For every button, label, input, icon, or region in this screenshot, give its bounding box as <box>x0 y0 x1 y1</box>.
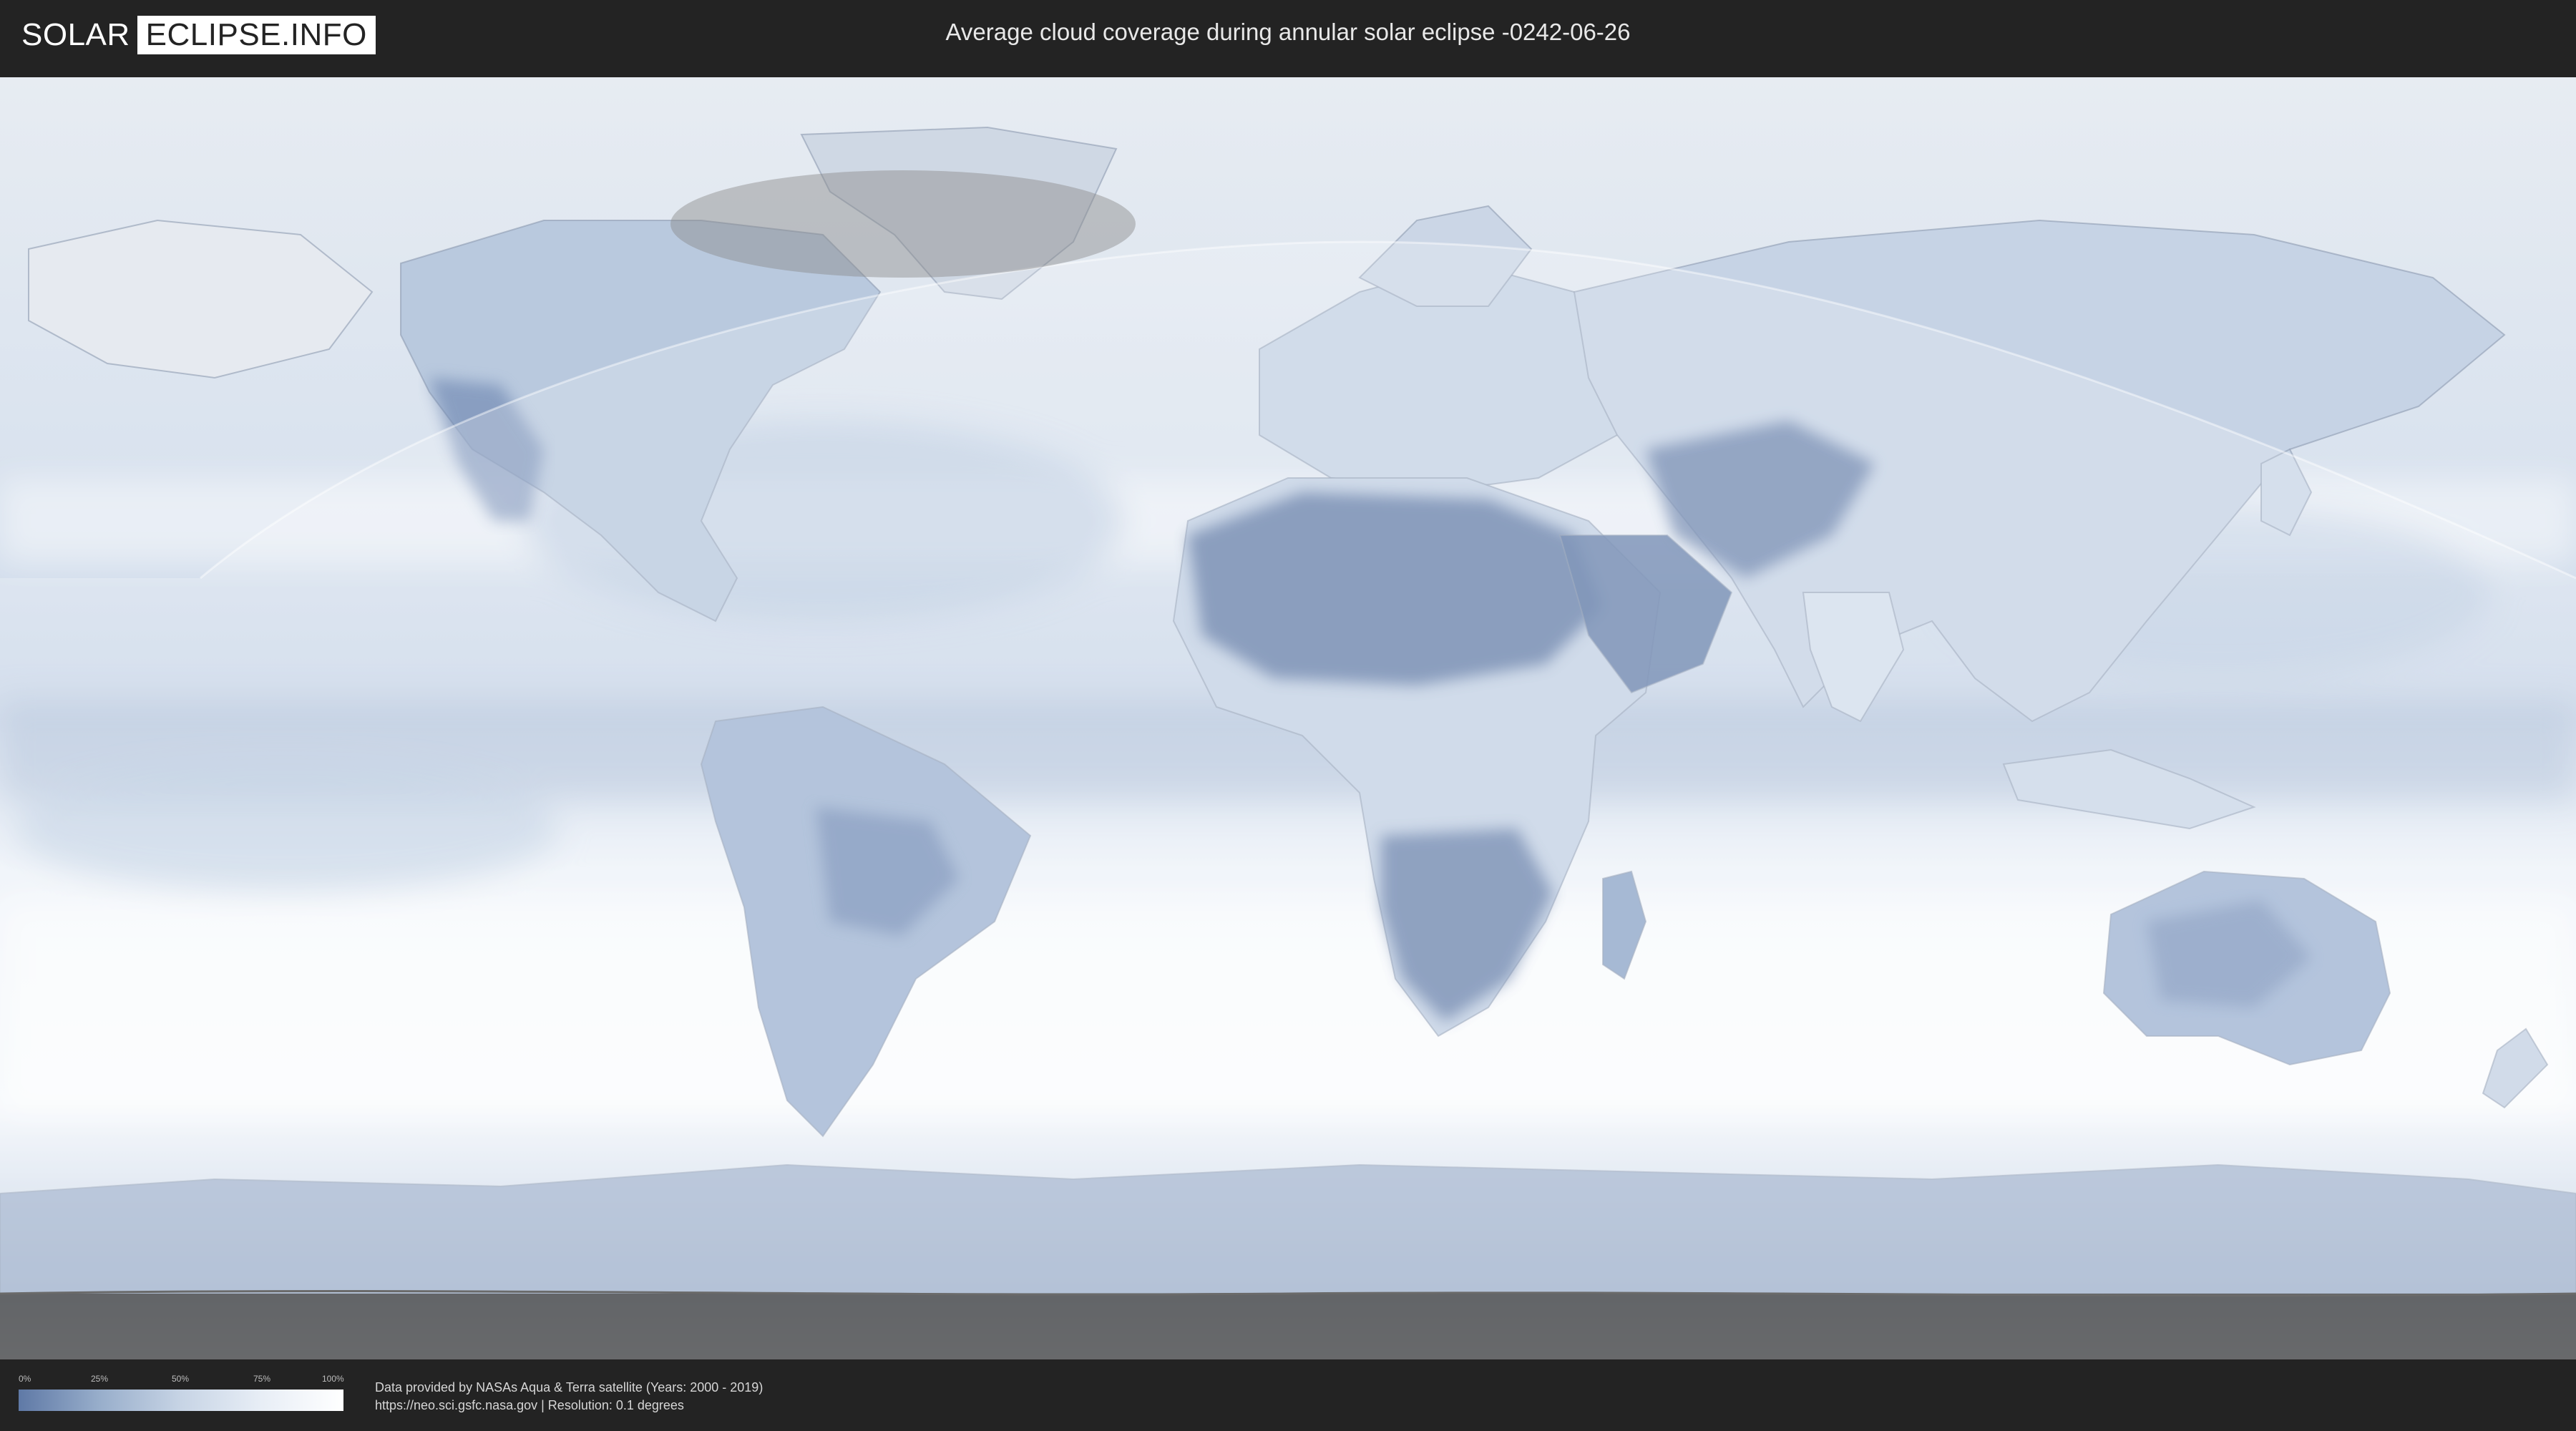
legend-tick-0: 0% <box>19 1374 31 1384</box>
data-credits: Data provided by NASAs Aqua & Terra sate… <box>375 1379 763 1415</box>
world-map-svg <box>0 77 2576 1359</box>
eclipse-shadow-ellipse <box>670 170 1136 278</box>
legend-tick-labels: 0% 25% 50% 75% 100% <box>19 1374 344 1385</box>
legend-tick-25: 25% <box>91 1374 109 1384</box>
legend-tick-75: 75% <box>253 1374 271 1384</box>
cloud-coverage-map[interactable] <box>0 77 2576 1359</box>
header-bar: SOLAR ECLIPSE.INFO Average cloud coverag… <box>0 0 2576 72</box>
polar-night-band <box>0 1294 2576 1359</box>
cloud-coverage-legend: 0% 25% 50% 75% 100% <box>19 1374 344 1414</box>
legend-tick-50: 50% <box>172 1374 190 1384</box>
legend-tick-100: 100% <box>322 1374 344 1384</box>
credits-line-source: Data provided by NASAs Aqua & Terra sate… <box>375 1380 763 1395</box>
credits-line-url[interactable]: https://neo.sci.gsfc.nasa.gov | Resoluti… <box>375 1397 763 1415</box>
page-title: Average cloud coverage during annular so… <box>945 19 1631 45</box>
legend-gradient-bar <box>19 1390 343 1411</box>
